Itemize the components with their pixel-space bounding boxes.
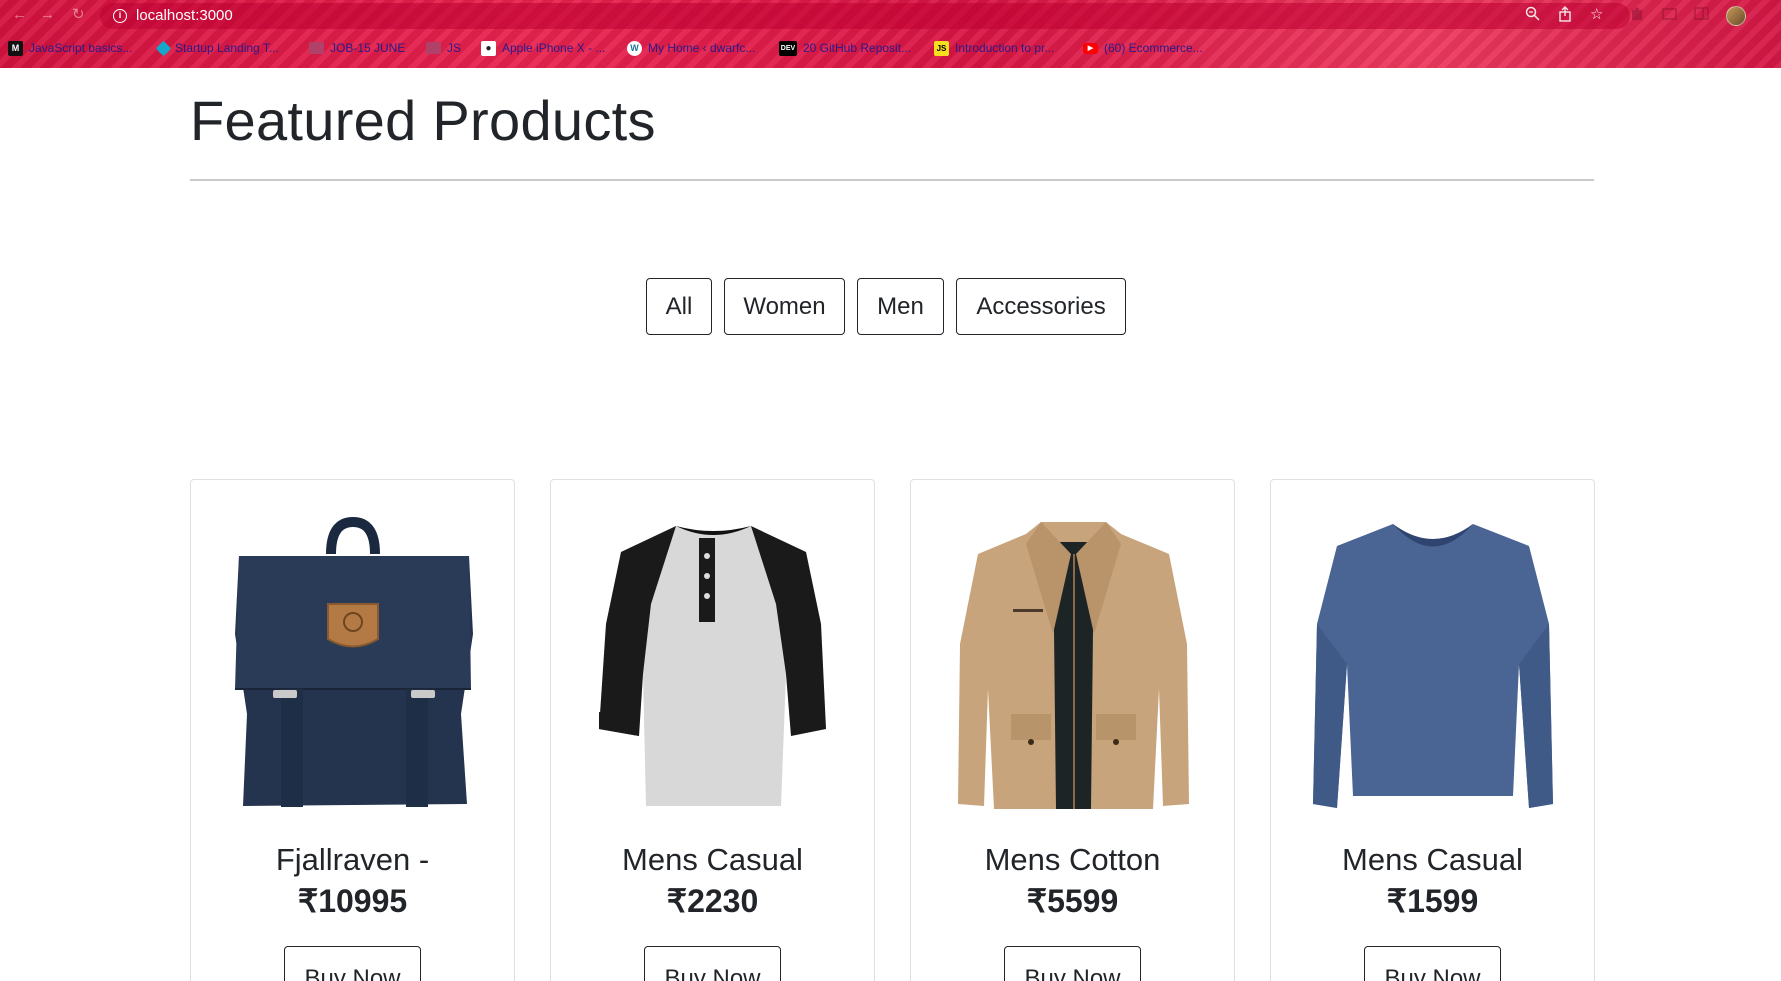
product-price: ₹5599 bbox=[1026, 883, 1119, 919]
page-title: Featured Products bbox=[190, 89, 656, 152]
bookmark-item[interactable]: JS Introduction to pr... bbox=[934, 38, 1054, 58]
sidebar-panel-icon[interactable] bbox=[1694, 6, 1709, 26]
bookmark-label: (60) Ecommerce... bbox=[1104, 41, 1203, 55]
zoom-icon[interactable] bbox=[1525, 6, 1540, 26]
buy-now-button[interactable]: Buy Now bbox=[284, 946, 421, 981]
bookmark-label: Apple iPhone X - ... bbox=[502, 41, 606, 55]
filter-men-button[interactable]: Men bbox=[857, 278, 944, 335]
category-filters: All Women Men Accessories bbox=[0, 278, 1781, 335]
bookmark-label: 20 GitHub Reposit... bbox=[803, 41, 912, 55]
bookmark-item[interactable]: JOB-15 JUNE bbox=[309, 38, 405, 58]
filter-accessories-button[interactable]: Accessories bbox=[956, 278, 1126, 335]
bookmark-item[interactable]: M JavaScript basics... bbox=[8, 38, 132, 58]
buy-now-button[interactable]: Buy Now bbox=[644, 946, 781, 981]
product-card: Mens Casual ₹1599 Buy Now bbox=[1270, 479, 1595, 981]
profile-avatar[interactable] bbox=[1726, 6, 1746, 26]
reload-icon[interactable]: ↻ bbox=[72, 6, 85, 24]
title-divider bbox=[190, 179, 1594, 181]
raglan-tshirt-image bbox=[581, 514, 846, 814]
youtube-icon: ▶ bbox=[1083, 42, 1098, 54]
jacket-image bbox=[941, 514, 1206, 814]
product-title: Mens Cotton bbox=[984, 842, 1161, 877]
site-info-icon[interactable]: i bbox=[113, 9, 127, 23]
bookmark-label: Introduction to pr... bbox=[955, 41, 1055, 55]
forward-icon[interactable]: → bbox=[40, 6, 55, 24]
bookmark-label: JS bbox=[447, 41, 462, 55]
js-logo-icon: JS bbox=[934, 40, 949, 56]
wordpress-icon: W bbox=[627, 40, 642, 56]
bookmark-item[interactable]: ● Apple iPhone X - ... bbox=[481, 38, 605, 58]
bookmark-item[interactable]: ▶ (60) Ecommerce... bbox=[1083, 38, 1203, 58]
buy-now-button[interactable]: Buy Now bbox=[1364, 946, 1501, 981]
product-title: Fjallraven - bbox=[275, 842, 430, 877]
filter-women-button[interactable]: Women bbox=[724, 278, 845, 335]
bookmark-label: JavaScript basics... bbox=[29, 41, 133, 55]
product-title: Mens Casual bbox=[1342, 842, 1523, 877]
browser-chrome: ← → ↻ i localhost:3000 ☆ M JavaScript ba… bbox=[0, 0, 1781, 68]
product-title: Mens Casual bbox=[622, 842, 803, 877]
apple-site-icon: ● bbox=[481, 40, 496, 56]
bookmark-item[interactable]: JS bbox=[426, 38, 461, 58]
bookmark-label: Startup Landing T... bbox=[175, 41, 279, 55]
bookmark-item[interactable]: DEV 20 GitHub Reposit... bbox=[779, 38, 911, 58]
buy-now-button[interactable]: Buy Now bbox=[1004, 946, 1141, 981]
product-card: Fjallraven - ₹10995 Buy Now bbox=[190, 479, 515, 981]
bookmark-item[interactable]: W My Home ‹ dwarfc... bbox=[627, 38, 755, 58]
address-bar[interactable] bbox=[100, 3, 1630, 29]
bookmarks-bar: M JavaScript basics... Startup Landing T… bbox=[0, 38, 1781, 60]
bookmark-label: JOB-15 JUNE bbox=[330, 41, 406, 55]
folder-icon bbox=[426, 42, 441, 54]
product-card: Mens Cotton ₹5599 Buy Now bbox=[910, 479, 1235, 981]
blue-longsleeve-image bbox=[1301, 514, 1566, 814]
extension-puzzle-icon[interactable] bbox=[1630, 6, 1645, 26]
product-card: Mens Casual ₹2230 Buy Now bbox=[550, 479, 875, 981]
bookmark-star-icon[interactable]: ☆ bbox=[1590, 6, 1603, 24]
startup-logo-icon bbox=[155, 40, 172, 56]
backpack-image bbox=[221, 514, 486, 814]
share-icon[interactable] bbox=[1558, 6, 1572, 27]
bookmark-label: My Home ‹ dwarfc... bbox=[648, 41, 756, 55]
address-bar-url[interactable]: localhost:3000 bbox=[136, 7, 233, 24]
bookmark-item[interactable]: Startup Landing T... bbox=[155, 38, 279, 58]
product-price: ₹2230 bbox=[666, 883, 759, 919]
browser-toolbar: ← → ↻ i localhost:3000 ☆ bbox=[0, 0, 1781, 32]
filter-all-button[interactable]: All bbox=[646, 278, 712, 335]
product-price: ₹10995 bbox=[297, 883, 408, 919]
medium-logo-icon: M bbox=[8, 40, 23, 56]
back-icon[interactable]: ← bbox=[12, 6, 27, 24]
folder-icon bbox=[309, 42, 324, 54]
product-price: ₹1599 bbox=[1386, 883, 1479, 919]
reading-list-icon[interactable] bbox=[1662, 6, 1677, 26]
dev-logo-icon: DEV bbox=[779, 40, 797, 56]
